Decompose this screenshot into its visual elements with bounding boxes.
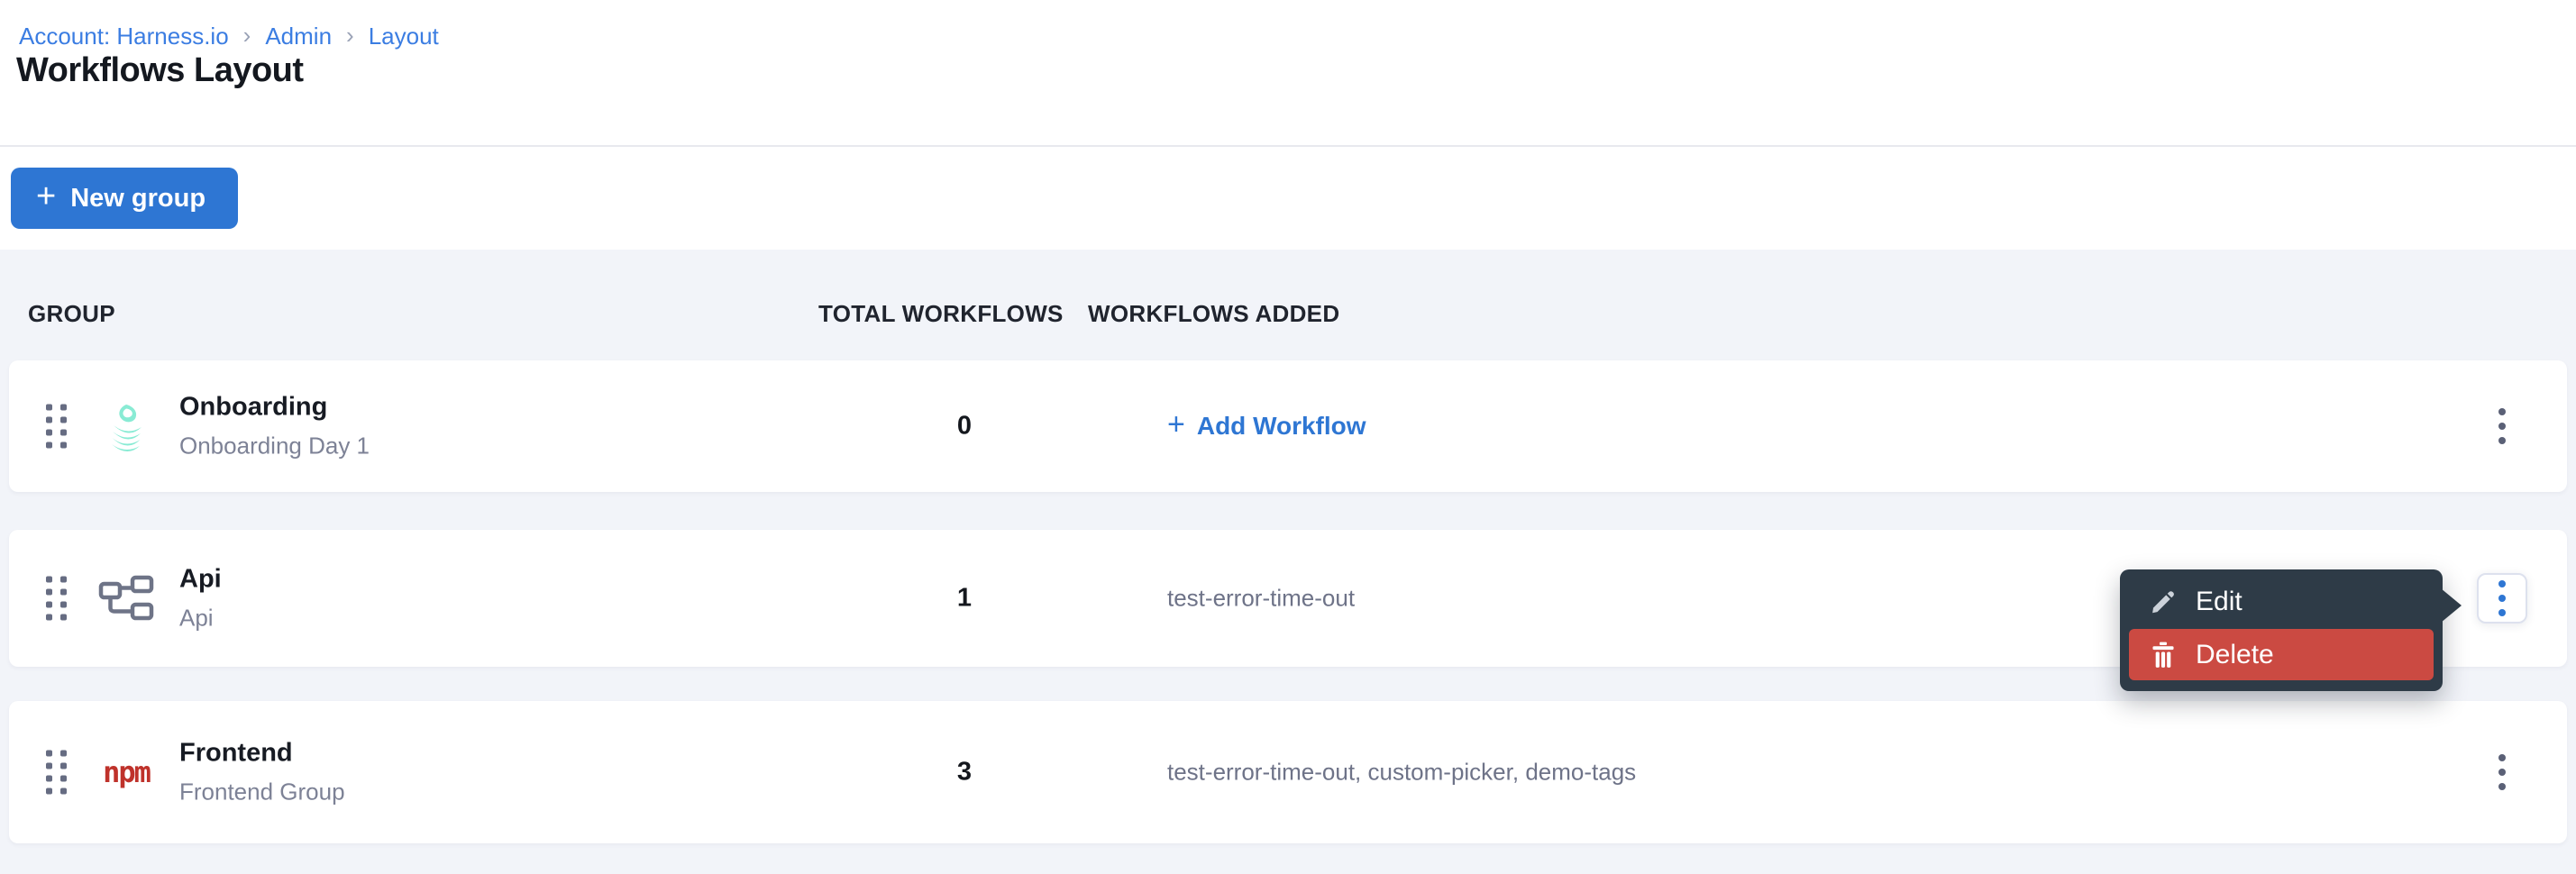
kebab-menu-icon[interactable]	[2477, 401, 2527, 451]
header-divider	[0, 145, 2576, 147]
column-header-total-workflows: TOTAL WORKFLOWS	[818, 300, 1064, 328]
group-description: Onboarding Day 1	[179, 432, 370, 460]
workflow-tree-icon	[94, 575, 159, 622]
kebab-menu-icon[interactable]	[2477, 573, 2527, 624]
breadcrumb: Account: Harness.io › Admin › Layout	[19, 23, 439, 50]
drag-handle-icon[interactable]	[46, 405, 67, 449]
menu-item-edit[interactable]: Edit	[2129, 576, 2434, 627]
pencil-icon	[2149, 588, 2178, 615]
table-row-frontend: npm Frontend Frontend Group 3 test-error…	[9, 701, 2567, 843]
workflows-added-cell: test-error-time-out	[1167, 585, 1355, 613]
new-group-button[interactable]: + New group	[11, 168, 238, 229]
add-workflow-link[interactable]: + Add Workflow	[1167, 411, 1366, 442]
plus-icon: +	[36, 179, 56, 214]
chevron-separator-icon: ›	[346, 22, 354, 50]
npm-logo-text: npm	[103, 755, 150, 789]
menu-item-label: Delete	[2196, 640, 2274, 670]
groups-table: GROUP TOTAL WORKFLOWS WORKFLOWS ADDED On	[0, 250, 2576, 874]
new-group-button-label: New group	[70, 184, 206, 214]
workflows-added-cell: test-error-time-out, custom-picker, demo…	[1167, 759, 1636, 787]
table-row-onboarding: Onboarding Onboarding Day 1 0 + Add Work…	[9, 360, 2567, 492]
npm-logo: npm	[94, 755, 159, 789]
total-workflows-count: 0	[865, 412, 1064, 442]
group-text: Onboarding Onboarding Day 1	[179, 393, 370, 460]
breadcrumb-admin-link[interactable]: Admin	[265, 23, 332, 50]
group-name: Onboarding	[179, 393, 370, 423]
group-description: Api	[179, 605, 222, 633]
drag-handle-icon[interactable]	[46, 577, 67, 621]
breadcrumb-account-link[interactable]: Account: Harness.io	[19, 23, 229, 50]
row-context-menu: Edit Delete	[2120, 569, 2443, 691]
total-workflows-count: 3	[865, 758, 1064, 788]
chevron-separator-icon: ›	[243, 22, 251, 50]
menu-item-delete[interactable]: Delete	[2129, 629, 2434, 680]
breadcrumb-layout-link[interactable]: Layout	[369, 23, 439, 50]
workflows-layout-page: Account: Harness.io › Admin › Layout Wor…	[0, 0, 2576, 874]
plus-icon: +	[1167, 409, 1185, 440]
kebab-menu-icon[interactable]	[2477, 747, 2527, 797]
group-text: Frontend Frontend Group	[179, 739, 345, 806]
drag-handle-icon[interactable]	[46, 751, 67, 795]
column-header-group: GROUP	[28, 300, 115, 328]
trash-icon	[2149, 642, 2178, 669]
column-header-workflows-added: WORKFLOWS ADDED	[1088, 300, 1339, 328]
group-description: Frontend Group	[179, 778, 345, 806]
group-name: Frontend	[179, 739, 345, 769]
add-workflow-label: Add Workflow	[1197, 412, 1366, 441]
menu-item-label: Edit	[2196, 587, 2243, 617]
group-name: Api	[179, 565, 222, 595]
stacked-layers-logo-icon	[94, 400, 159, 452]
table-row-api: Api Api 1 test-error-time-out Edit	[9, 530, 2567, 667]
page-title: Workflows Layout	[16, 51, 304, 90]
total-workflows-count: 1	[865, 584, 1064, 614]
workflows-added-cell: + Add Workflow	[1167, 411, 1366, 442]
group-text: Api Api	[179, 565, 222, 633]
